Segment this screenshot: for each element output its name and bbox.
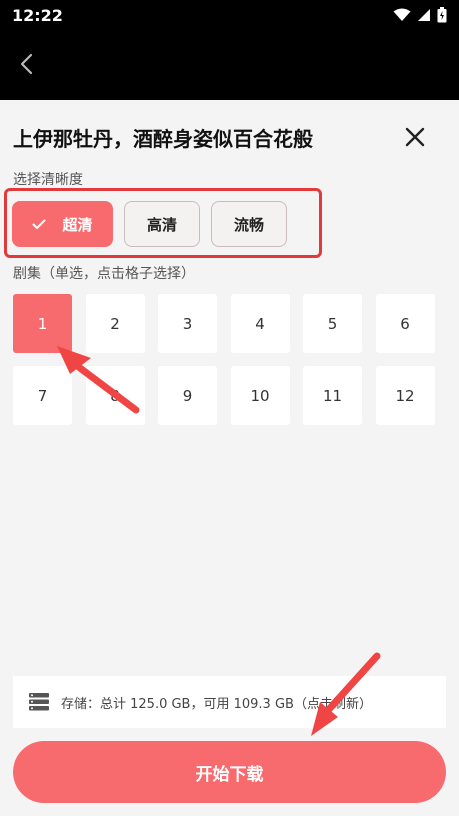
- episode-cell[interactable]: 5: [303, 294, 362, 353]
- quality-option-high[interactable]: 高清: [124, 201, 200, 247]
- status-time: 12:22: [12, 6, 63, 25]
- quality-option-label: 流畅: [233, 215, 264, 234]
- check-icon: [32, 219, 46, 229]
- quality-option-ultra[interactable]: 超清: [12, 201, 113, 247]
- quality-options: 超清 高清 流畅: [12, 201, 287, 247]
- episode-cell[interactable]: 10: [230, 366, 290, 425]
- quality-option-smooth[interactable]: 流畅: [211, 201, 287, 247]
- episode-grid: 1 2 3 4 5 6 7 8 9 10 11 12: [13, 294, 435, 425]
- status-bar: 12:22: [0, 0, 459, 30]
- storage-text: 存储：总计 125.0 GB，可用 109.3 GB（点击刷新）: [61, 696, 372, 712]
- download-sheet: 上伊那牡丹，酒醉身姿似百合花般 选择清晰度 超清 高清 流畅 剧集（单选，点击格…: [0, 100, 459, 816]
- episode-cell[interactable]: 12: [375, 366, 435, 425]
- episode-cell[interactable]: 8: [85, 366, 145, 425]
- episode-cell[interactable]: 3: [158, 294, 217, 353]
- video-title: 上伊那牡丹，酒醉身姿似百合花般: [13, 127, 313, 151]
- wifi-icon: [393, 8, 411, 21]
- quality-section-label: 选择清晰度: [13, 172, 83, 188]
- start-download-button[interactable]: 开始下载: [13, 741, 446, 803]
- status-icons: [393, 7, 447, 23]
- close-icon: [405, 127, 425, 147]
- back-button[interactable]: [10, 48, 42, 80]
- back-arrow-icon: [20, 53, 33, 75]
- battery-icon: [437, 7, 447, 23]
- app-bar: [0, 30, 459, 100]
- quality-option-label: 超清: [62, 215, 93, 234]
- episode-cell[interactable]: 6: [375, 294, 435, 353]
- episode-cell[interactable]: 2: [85, 294, 145, 353]
- episode-section-label: 剧集（单选，点击格子选择）: [13, 266, 195, 282]
- episode-cell[interactable]: 4: [230, 294, 290, 353]
- episode-cell[interactable]: 9: [158, 366, 217, 425]
- storage-info[interactable]: 存储：总计 125.0 GB，可用 109.3 GB（点击刷新）: [13, 676, 446, 728]
- close-button[interactable]: [400, 122, 430, 152]
- quality-option-label: 高清: [146, 215, 177, 234]
- episode-cell[interactable]: 7: [13, 366, 72, 425]
- episode-cell[interactable]: 11: [303, 366, 362, 425]
- episode-cell[interactable]: 1: [13, 294, 72, 353]
- signal-icon: [418, 9, 430, 21]
- storage-icon: [29, 693, 49, 711]
